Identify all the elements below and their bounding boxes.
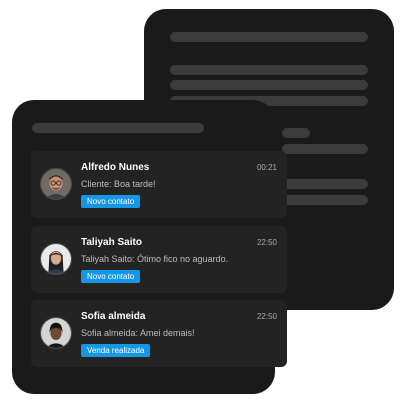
chat-item[interactable]: Sofia almeida 22:50 Sofia almeida: Amei … <box>31 300 287 367</box>
placeholder-line <box>282 179 368 189</box>
status-badge: Novo contato <box>81 195 141 208</box>
illustration-stage: Alfredo Nunes 00:21 Cliente: Boa tarde! … <box>0 0 400 401</box>
placeholder-line <box>282 128 310 138</box>
message-preview: Cliente: Boa tarde! <box>81 179 156 189</box>
placeholder-line <box>32 123 204 133</box>
avatar-man-glasses-icon <box>40 168 72 200</box>
status-badge: Novo contato <box>81 270 141 283</box>
status-badge: Venda realizada <box>81 344 151 357</box>
placeholder-line <box>282 144 368 154</box>
placeholder-line <box>170 65 368 75</box>
message-time: 22:50 <box>256 312 277 321</box>
avatar-woman-icon <box>40 243 72 275</box>
message-preview: Taliyah Saito: Ótimo fico no aguardo. <box>81 254 229 264</box>
placeholder-line <box>170 80 368 90</box>
placeholder-line <box>170 32 368 42</box>
contact-name: Alfredo Nunes <box>81 162 150 173</box>
contact-name: Taliyah Saito <box>81 237 142 248</box>
placeholder-line <box>282 195 368 205</box>
chat-item[interactable]: Alfredo Nunes 00:21 Cliente: Boa tarde! … <box>31 151 287 218</box>
avatar-woman-short-hair-icon <box>40 317 72 349</box>
chat-item[interactable]: Taliyah Saito 22:50 Taliyah Saito: Ótimo… <box>31 226 287 293</box>
message-preview: Sofia almeida: Amei demais! <box>81 328 195 338</box>
contact-name: Sofia almeida <box>81 311 146 322</box>
message-time: 00:21 <box>256 163 277 172</box>
message-time: 22:50 <box>256 238 277 247</box>
